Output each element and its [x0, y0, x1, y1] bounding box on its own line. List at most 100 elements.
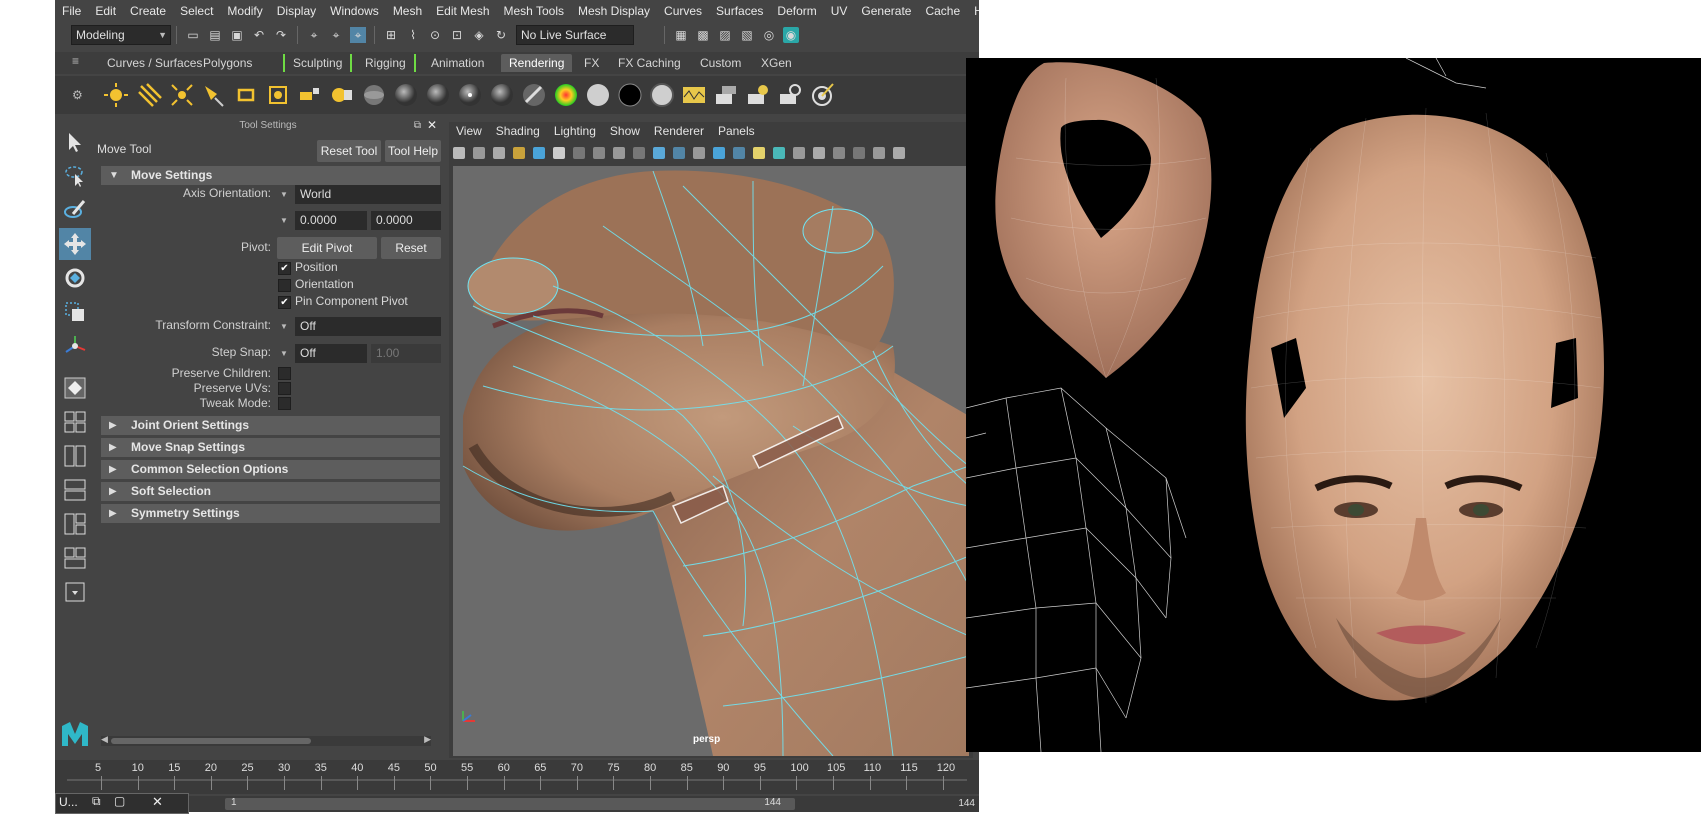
common-selection-options-header[interactable]: ▶ Common Selection Options — [101, 460, 440, 479]
viewport-menu-view[interactable]: View — [449, 124, 489, 138]
light-editor-icon[interactable] — [297, 82, 323, 108]
snap-grid-icon[interactable]: ⊞ — [383, 27, 399, 43]
lasso-tool-icon[interactable] — [59, 160, 91, 192]
tab-sculpting[interactable]: Sculpting — [283, 54, 353, 72]
grid-toggle-icon[interactable] — [533, 147, 545, 159]
viewport-menu-panels[interactable]: Panels — [711, 124, 762, 138]
menu-curves[interactable]: Curves — [657, 4, 709, 18]
menu-mesh[interactable]: Mesh — [386, 4, 429, 18]
axis-orientation-dropdown[interactable]: World — [295, 185, 441, 204]
wireframe-on-shaded-icon[interactable] — [693, 147, 705, 159]
universal-manipulator-icon[interactable] — [59, 330, 91, 362]
four-view-icon[interactable] — [59, 406, 91, 438]
camera-attr-icon[interactable] — [473, 147, 485, 159]
scroll-right-icon[interactable]: ▶ — [424, 734, 431, 745]
rotate-tool-icon[interactable] — [59, 262, 91, 294]
render-current-icon[interactable] — [745, 82, 771, 108]
reset-pivot-button[interactable]: Reset — [381, 237, 441, 259]
symmetry-settings-header[interactable]: ▶ Symmetry Settings — [101, 504, 440, 523]
material-ramp-icon[interactable] — [553, 82, 579, 108]
ssao-icon[interactable] — [793, 147, 805, 159]
shelf-menu-icon[interactable]: ≡ — [72, 54, 79, 68]
show-hide-icon[interactable]: ◉ — [783, 27, 799, 43]
xray-joints-icon[interactable] — [893, 147, 905, 159]
menu-edit[interactable]: Edit — [88, 4, 123, 18]
float-icon[interactable]: ⧉ — [414, 120, 421, 131]
transform-constraint-dropdown[interactable]: Off — [295, 317, 441, 336]
redo-icon[interactable]: ↷ — [273, 27, 289, 43]
area-light-icon[interactable] — [233, 82, 259, 108]
soft-selection-header[interactable]: ▶ Soft Selection — [101, 482, 440, 501]
layout-menu-icon[interactable] — [59, 576, 91, 608]
time-slider[interactable]: 5 10 15 20 25 30 35 40 45 50 55 60 65 70 75 80 85 90 95 100… — [55, 760, 979, 794]
edit-pivot-button[interactable]: Edit Pivot — [277, 237, 377, 259]
point-light-icon[interactable] — [169, 82, 195, 108]
ipr-render-icon[interactable]: ▨ — [717, 27, 733, 43]
tab-rigging[interactable]: Rigging — [357, 54, 416, 72]
single-perspective-icon[interactable] — [59, 372, 91, 404]
horizontal-scrollbar[interactable]: ◀ ▶ — [101, 734, 431, 746]
menu-uv[interactable]: UV — [824, 4, 855, 18]
menu-select[interactable]: Select — [173, 4, 220, 18]
material-phong-icon[interactable] — [425, 82, 451, 108]
chevron-down-icon[interactable]: ▼ — [280, 322, 288, 331]
maximize-icon[interactable]: ▢ — [114, 794, 125, 808]
material-anisotropic-icon[interactable] — [489, 82, 515, 108]
layout-graph-icon[interactable] — [59, 542, 91, 574]
save-scene-icon[interactable]: ▣ — [229, 27, 245, 43]
menu-create[interactable]: Create — [123, 4, 173, 18]
use-default-lights-icon[interactable] — [733, 147, 745, 159]
light-link-icon[interactable] — [329, 82, 355, 108]
viewport-menu-lighting[interactable]: Lighting — [547, 124, 603, 138]
material-phonge-icon[interactable] — [457, 82, 483, 108]
tool-help-button[interactable]: Tool Help — [385, 140, 441, 162]
select-hierarchy-icon[interactable]: ⌖ — [306, 27, 322, 43]
render-batch-icon[interactable] — [713, 82, 739, 108]
hypershade-icon[interactable]: ◎ — [761, 27, 777, 43]
gear-icon[interactable]: ⚙ — [72, 88, 83, 102]
pin-component-pivot-checkbox[interactable]: ✔ — [278, 296, 291, 309]
reset-tool-button[interactable]: Reset Tool — [317, 140, 381, 162]
volume-light-icon[interactable] — [265, 82, 291, 108]
material-lambert-icon[interactable] — [393, 82, 419, 108]
tab-animation[interactable]: Animation — [423, 54, 492, 72]
render-view-icon[interactable]: ▦ — [673, 27, 689, 43]
viewport-menu-renderer[interactable]: Renderer — [647, 124, 711, 138]
menu-mesh-display[interactable]: Mesh Display — [571, 4, 657, 18]
xray-icon[interactable] — [873, 147, 885, 159]
tab-curves-surfaces[interactable]: Curves / Surfaces — [99, 54, 210, 72]
menu-modify[interactable]: Modify — [220, 4, 269, 18]
menu-deform[interactable]: Deform — [770, 4, 823, 18]
layout-three-icon[interactable] — [59, 508, 91, 540]
ipr-icon[interactable] — [777, 82, 803, 108]
camera-select-icon[interactable] — [453, 147, 465, 159]
motion-blur-icon[interactable] — [813, 147, 825, 159]
persp-graph-icon[interactable] — [59, 440, 91, 472]
viewport-menu-shading[interactable]: Shading — [489, 124, 547, 138]
chevron-down-icon[interactable]: ▼ — [280, 349, 288, 358]
restore-icon[interactable]: ⧉ — [92, 794, 101, 809]
minimized-window[interactable]: U... ⧉ ▢ ✕ — [55, 793, 189, 814]
chevron-down-icon[interactable]: ▼ — [280, 190, 288, 199]
bookmark-icon[interactable] — [493, 147, 505, 159]
anti-alias-icon[interactable] — [833, 147, 845, 159]
range-slider[interactable]: 1 144 144 — [55, 796, 979, 812]
snap-view-icon[interactable]: ⊡ — [449, 27, 465, 43]
move-snap-settings-header[interactable]: ▶ Move Snap Settings — [101, 438, 440, 457]
smooth-shade-icon[interactable] — [673, 147, 685, 159]
open-scene-icon[interactable]: ▤ — [207, 27, 223, 43]
material-surface-icon[interactable] — [585, 82, 611, 108]
new-scene-icon[interactable]: ▭ — [185, 27, 201, 43]
render-icon[interactable]: ▩ — [695, 27, 711, 43]
tab-custom[interactable]: Custom — [692, 54, 749, 72]
select-object-icon[interactable]: ⌖ — [328, 27, 344, 43]
material-shadow-icon[interactable] — [617, 82, 643, 108]
menu-help[interactable]: Help — [967, 4, 979, 18]
undo-icon[interactable]: ↶ — [251, 27, 267, 43]
menu-cache[interactable]: Cache — [918, 4, 967, 18]
menu-surfaces[interactable]: Surfaces — [709, 4, 770, 18]
menu-mesh-tools[interactable]: Mesh Tools — [497, 4, 571, 18]
position-checkbox[interactable]: ✔ — [278, 262, 291, 275]
tab-rendering[interactable]: Rendering — [501, 54, 573, 72]
live-surface-field[interactable]: No Live Surface — [516, 25, 634, 45]
